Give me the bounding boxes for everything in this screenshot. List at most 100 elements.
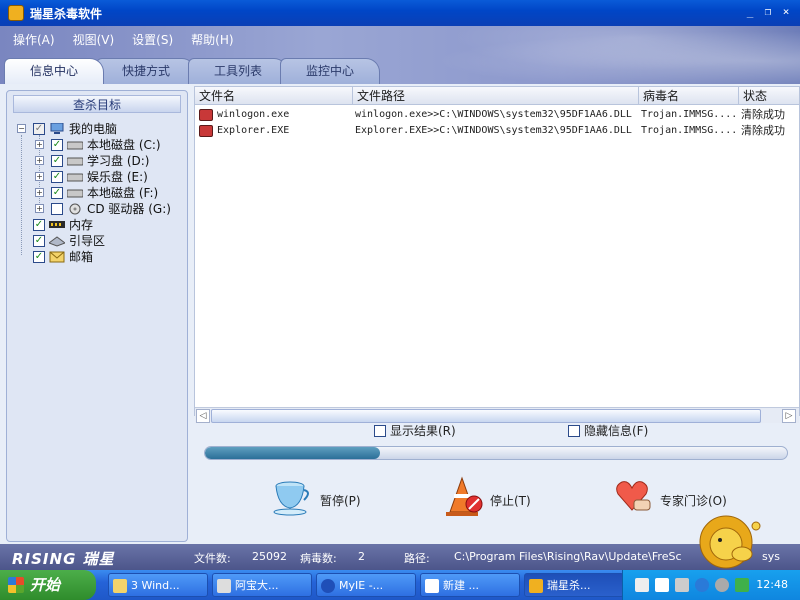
app-header: 操作(A) 视图(V) 设置(S) 帮助(H) 信息中心 快捷方式 工具列表 监… (0, 26, 800, 84)
collapse-icon[interactable]: − (17, 124, 26, 133)
cell-path: winlogon.exe>>C:\WINDOWS\system32\95DF1A… (355, 109, 632, 120)
start-button[interactable]: 开始 (0, 570, 96, 600)
hide-info-checkbox[interactable] (568, 424, 580, 437)
tree-item-memory[interactable]: ✓ 内存 (13, 217, 183, 233)
table-row[interactable]: winlogon.exe winlogon.exe>>C:\WINDOWS\sy… (195, 107, 799, 123)
checkbox[interactable]: ✓ (33, 251, 45, 263)
tab-monitor-center[interactable]: 监控中心 (280, 58, 380, 84)
files-count: 25092 (252, 550, 287, 563)
expert-clinic-label: 专家门诊(O) (660, 494, 727, 508)
sound-icon[interactable] (695, 578, 709, 592)
expand-icon[interactable]: + (35, 156, 44, 165)
expand-icon[interactable]: + (35, 172, 44, 181)
tree-item-label: 娱乐盘 (E:) (87, 170, 148, 184)
tree-item-mailbox[interactable]: ✓ 邮箱 (13, 249, 183, 265)
clock: 12:48 (756, 578, 788, 591)
checkbox[interactable]: ✓ (33, 219, 45, 231)
display-options: 显示结果(R) 隐藏信息(F) (194, 422, 800, 440)
virus-label: 病毒数: (300, 552, 337, 565)
windows-flag-icon (8, 577, 24, 593)
cell-status: 清除成功 (741, 124, 785, 137)
show-results-option[interactable]: 显示结果(R) (374, 422, 456, 439)
checkbox[interactable]: ✓ (51, 171, 63, 183)
taskbar-item-label: MyIE -... (339, 579, 384, 592)
column-header-virus[interactable]: 病毒名 (639, 87, 739, 105)
memory-icon (49, 221, 65, 228)
taskbar-item-new[interactable]: 新建 ... (420, 573, 520, 597)
results-table: 文件名 文件路径 病毒名 状态 winlogon.exe winlogon.ex… (194, 86, 800, 423)
taskbar: 开始 3 Wind... 阿宝大... MyIE -... 新建 ... 瑞星杀… (0, 570, 800, 600)
menu-bar: 操作(A) 视图(V) 设置(S) 帮助(H) (12, 31, 235, 48)
menu-help[interactable]: 帮助(H) (190, 31, 234, 48)
column-header-path[interactable]: 文件路径 (353, 87, 639, 105)
menu-operate[interactable]: 操作(A) (12, 31, 56, 48)
taskbar-item-myie[interactable]: MyIE -... (316, 573, 416, 597)
scan-target-panel: 查杀目标 − ✓ 我的电脑 + ✓ 本地磁盘 (C:) + ✓ 学习盘 (D:) (6, 90, 188, 542)
hide-info-label: 隐藏信息(F) (584, 424, 649, 438)
tree-item-drive-f[interactable]: + ✓ 本地磁盘 (F:) (13, 185, 183, 201)
app-icon (217, 579, 231, 593)
scroll-left-icon[interactable]: ◁ (196, 409, 210, 423)
checkbox[interactable]: ✓ (33, 123, 45, 135)
menu-view[interactable]: 视图(V) (72, 31, 116, 48)
scrollbar-thumb[interactable] (211, 409, 761, 423)
tree-item-drive-g[interactable]: + CD 驱动器 (G:) (13, 201, 183, 217)
tree-item-my-computer[interactable]: − ✓ 我的电脑 (13, 121, 183, 137)
show-results-label: 显示结果(R) (390, 424, 456, 438)
tab-tool-list[interactable]: 工具列表 (188, 58, 288, 84)
taskbar-item-label: 新建 ... (443, 579, 479, 592)
close-button[interactable]: × (778, 5, 794, 20)
checkbox[interactable] (51, 203, 63, 215)
restore-button[interactable]: ❐ (760, 5, 776, 20)
tree-item-drive-e[interactable]: + ✓ 娱乐盘 (E:) (13, 169, 183, 185)
checkbox[interactable]: ✓ (51, 155, 63, 167)
hard-drive-icon (67, 173, 83, 182)
hide-info-option[interactable]: 隐藏信息(F) (568, 422, 648, 439)
settings-icon[interactable] (715, 578, 729, 592)
cell-path: Explorer.EXE>>C:\WINDOWS\system32\95DF1A… (355, 125, 632, 136)
table-row[interactable]: Explorer.EXE Explorer.EXE>>C:\WINDOWS\sy… (195, 123, 799, 139)
minimize-button[interactable]: _ (742, 5, 758, 20)
hard-drive-icon (67, 157, 83, 166)
tree-item-drive-c[interactable]: + ✓ 本地磁盘 (C:) (13, 137, 183, 153)
folder-icon (113, 579, 127, 593)
taskbar-item-label: 阿宝大... (235, 579, 279, 592)
lion-mascot-icon (699, 515, 761, 569)
checkbox[interactable]: ✓ (51, 187, 63, 199)
rising-app-icon (8, 5, 24, 21)
network-icon[interactable] (675, 578, 689, 592)
checkbox[interactable]: ✓ (33, 235, 45, 247)
column-header-filename[interactable]: 文件名 (195, 87, 353, 105)
keyboard-icon[interactable] (635, 578, 649, 592)
taskbar-item-abao[interactable]: 阿宝大... (212, 573, 312, 597)
current-path: C:\Program Files\Rising\Rav\Update\FreSc (454, 550, 682, 563)
scroll-right-icon[interactable]: ▷ (782, 409, 796, 423)
heart-hand-icon (616, 481, 651, 511)
system-tray: 12:48 (622, 570, 800, 600)
show-results-checkbox[interactable] (374, 424, 386, 437)
tree-item-label: 邮箱 (69, 250, 94, 264)
traffic-cone-icon (446, 476, 483, 516)
help-icon[interactable] (655, 578, 669, 592)
expand-icon[interactable]: + (35, 204, 44, 213)
menu-settings[interactable]: 设置(S) (131, 31, 174, 48)
virus-count: 2 (358, 550, 365, 563)
taskbar-item-label: 瑞星杀... (547, 579, 591, 592)
horizontal-scrollbar[interactable]: ◁ ▷ (195, 407, 799, 423)
results-table-header: 文件名 文件路径 病毒名 状态 (195, 87, 799, 105)
umbrella-icon[interactable] (735, 578, 749, 592)
column-header-status[interactable]: 状态 (739, 87, 799, 105)
taskbar-item-rising[interactable]: 瑞星杀... (524, 573, 624, 597)
tree-item-boot-sector[interactable]: ✓ 引导区 (13, 233, 183, 249)
tree-item-label: CD 驱动器 (G:) (87, 202, 171, 216)
tab-info-center[interactable]: 信息中心 (4, 58, 104, 84)
tree-item-drive-d[interactable]: + ✓ 学习盘 (D:) (13, 153, 183, 169)
checkbox[interactable]: ✓ (51, 139, 63, 151)
document-icon (425, 579, 439, 593)
taskbar-item-folder[interactable]: 3 Wind... (108, 573, 208, 597)
expand-icon[interactable]: + (35, 140, 44, 149)
tab-shortcuts[interactable]: 快捷方式 (96, 58, 196, 84)
title-bar: 瑞星杀毒软件 _ ❐ × (0, 0, 800, 26)
expand-icon[interactable]: + (35, 188, 44, 197)
tree-item-label: 我的电脑 (69, 122, 118, 136)
